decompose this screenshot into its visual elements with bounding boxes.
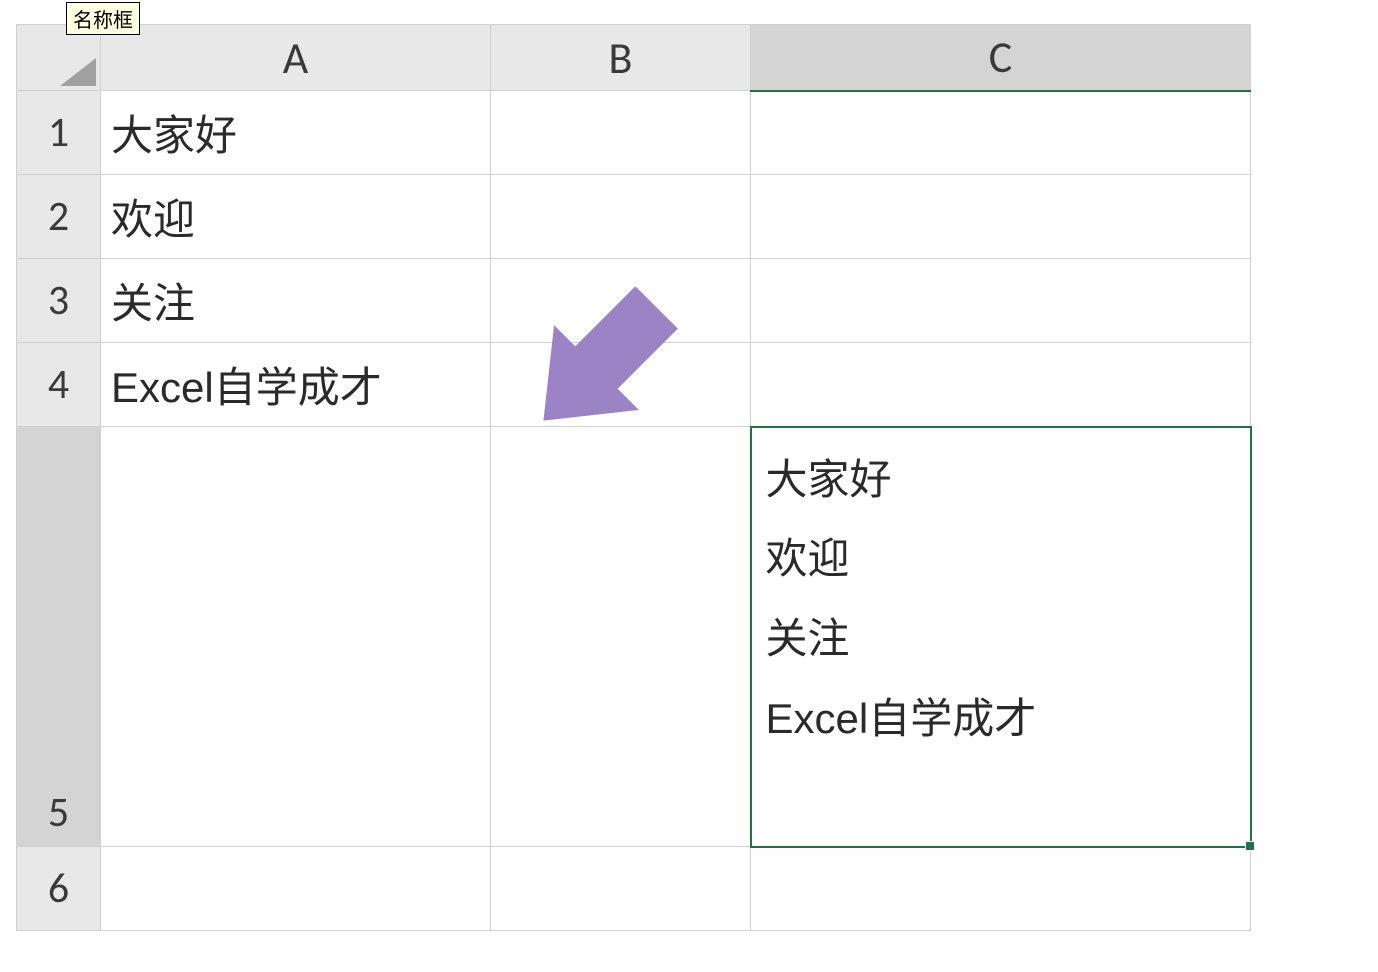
cell-b3[interactable] xyxy=(491,259,751,343)
cell-c3[interactable] xyxy=(751,259,1251,343)
row-header-1[interactable]: 1 xyxy=(17,91,101,175)
spreadsheet-grid: A B C 1 大家好 2 欢迎 3 关注 4 Excel自学成才 xyxy=(16,24,1316,931)
cell-a5[interactable] xyxy=(101,427,491,847)
cell-b5[interactable] xyxy=(491,427,751,847)
cell-b2[interactable] xyxy=(491,175,751,259)
cell-b1[interactable] xyxy=(491,91,751,175)
cell-a3[interactable]: 关注 xyxy=(101,259,491,343)
column-header-c[interactable]: C xyxy=(751,25,1251,91)
cell-a1[interactable]: 大家好 xyxy=(101,91,491,175)
cell-a4[interactable]: Excel自学成才 xyxy=(101,343,491,427)
cell-c4[interactable] xyxy=(751,343,1251,427)
cell-b6[interactable] xyxy=(491,847,751,931)
row-header-6[interactable]: 6 xyxy=(17,847,101,931)
corner-triangle-icon xyxy=(60,58,96,86)
name-box-tooltip: 名称框 xyxy=(66,2,140,35)
cell-c5-line4: Excel自学成才 xyxy=(766,679,1236,759)
cell-c5-line1: 大家好 xyxy=(766,440,1236,520)
cell-a6[interactable] xyxy=(101,847,491,931)
fill-handle[interactable] xyxy=(1245,841,1255,851)
cell-c1[interactable] xyxy=(751,91,1251,175)
row-header-3[interactable]: 3 xyxy=(17,259,101,343)
row-header-4[interactable]: 4 xyxy=(17,343,101,427)
cell-c5[interactable]: 大家好 欢迎 关注 Excel自学成才 xyxy=(751,427,1251,847)
cell-c2[interactable] xyxy=(751,175,1251,259)
cell-c5-line2: 欢迎 xyxy=(766,519,1236,599)
cell-a2[interactable]: 欢迎 xyxy=(101,175,491,259)
cell-b4[interactable] xyxy=(491,343,751,427)
column-header-a[interactable]: A xyxy=(101,25,491,91)
row-header-2[interactable]: 2 xyxy=(17,175,101,259)
cell-c5-line3: 关注 xyxy=(766,599,1236,679)
column-header-b[interactable]: B xyxy=(491,25,751,91)
row-header-5[interactable]: 5 xyxy=(17,427,101,847)
cell-c6[interactable] xyxy=(751,847,1251,931)
